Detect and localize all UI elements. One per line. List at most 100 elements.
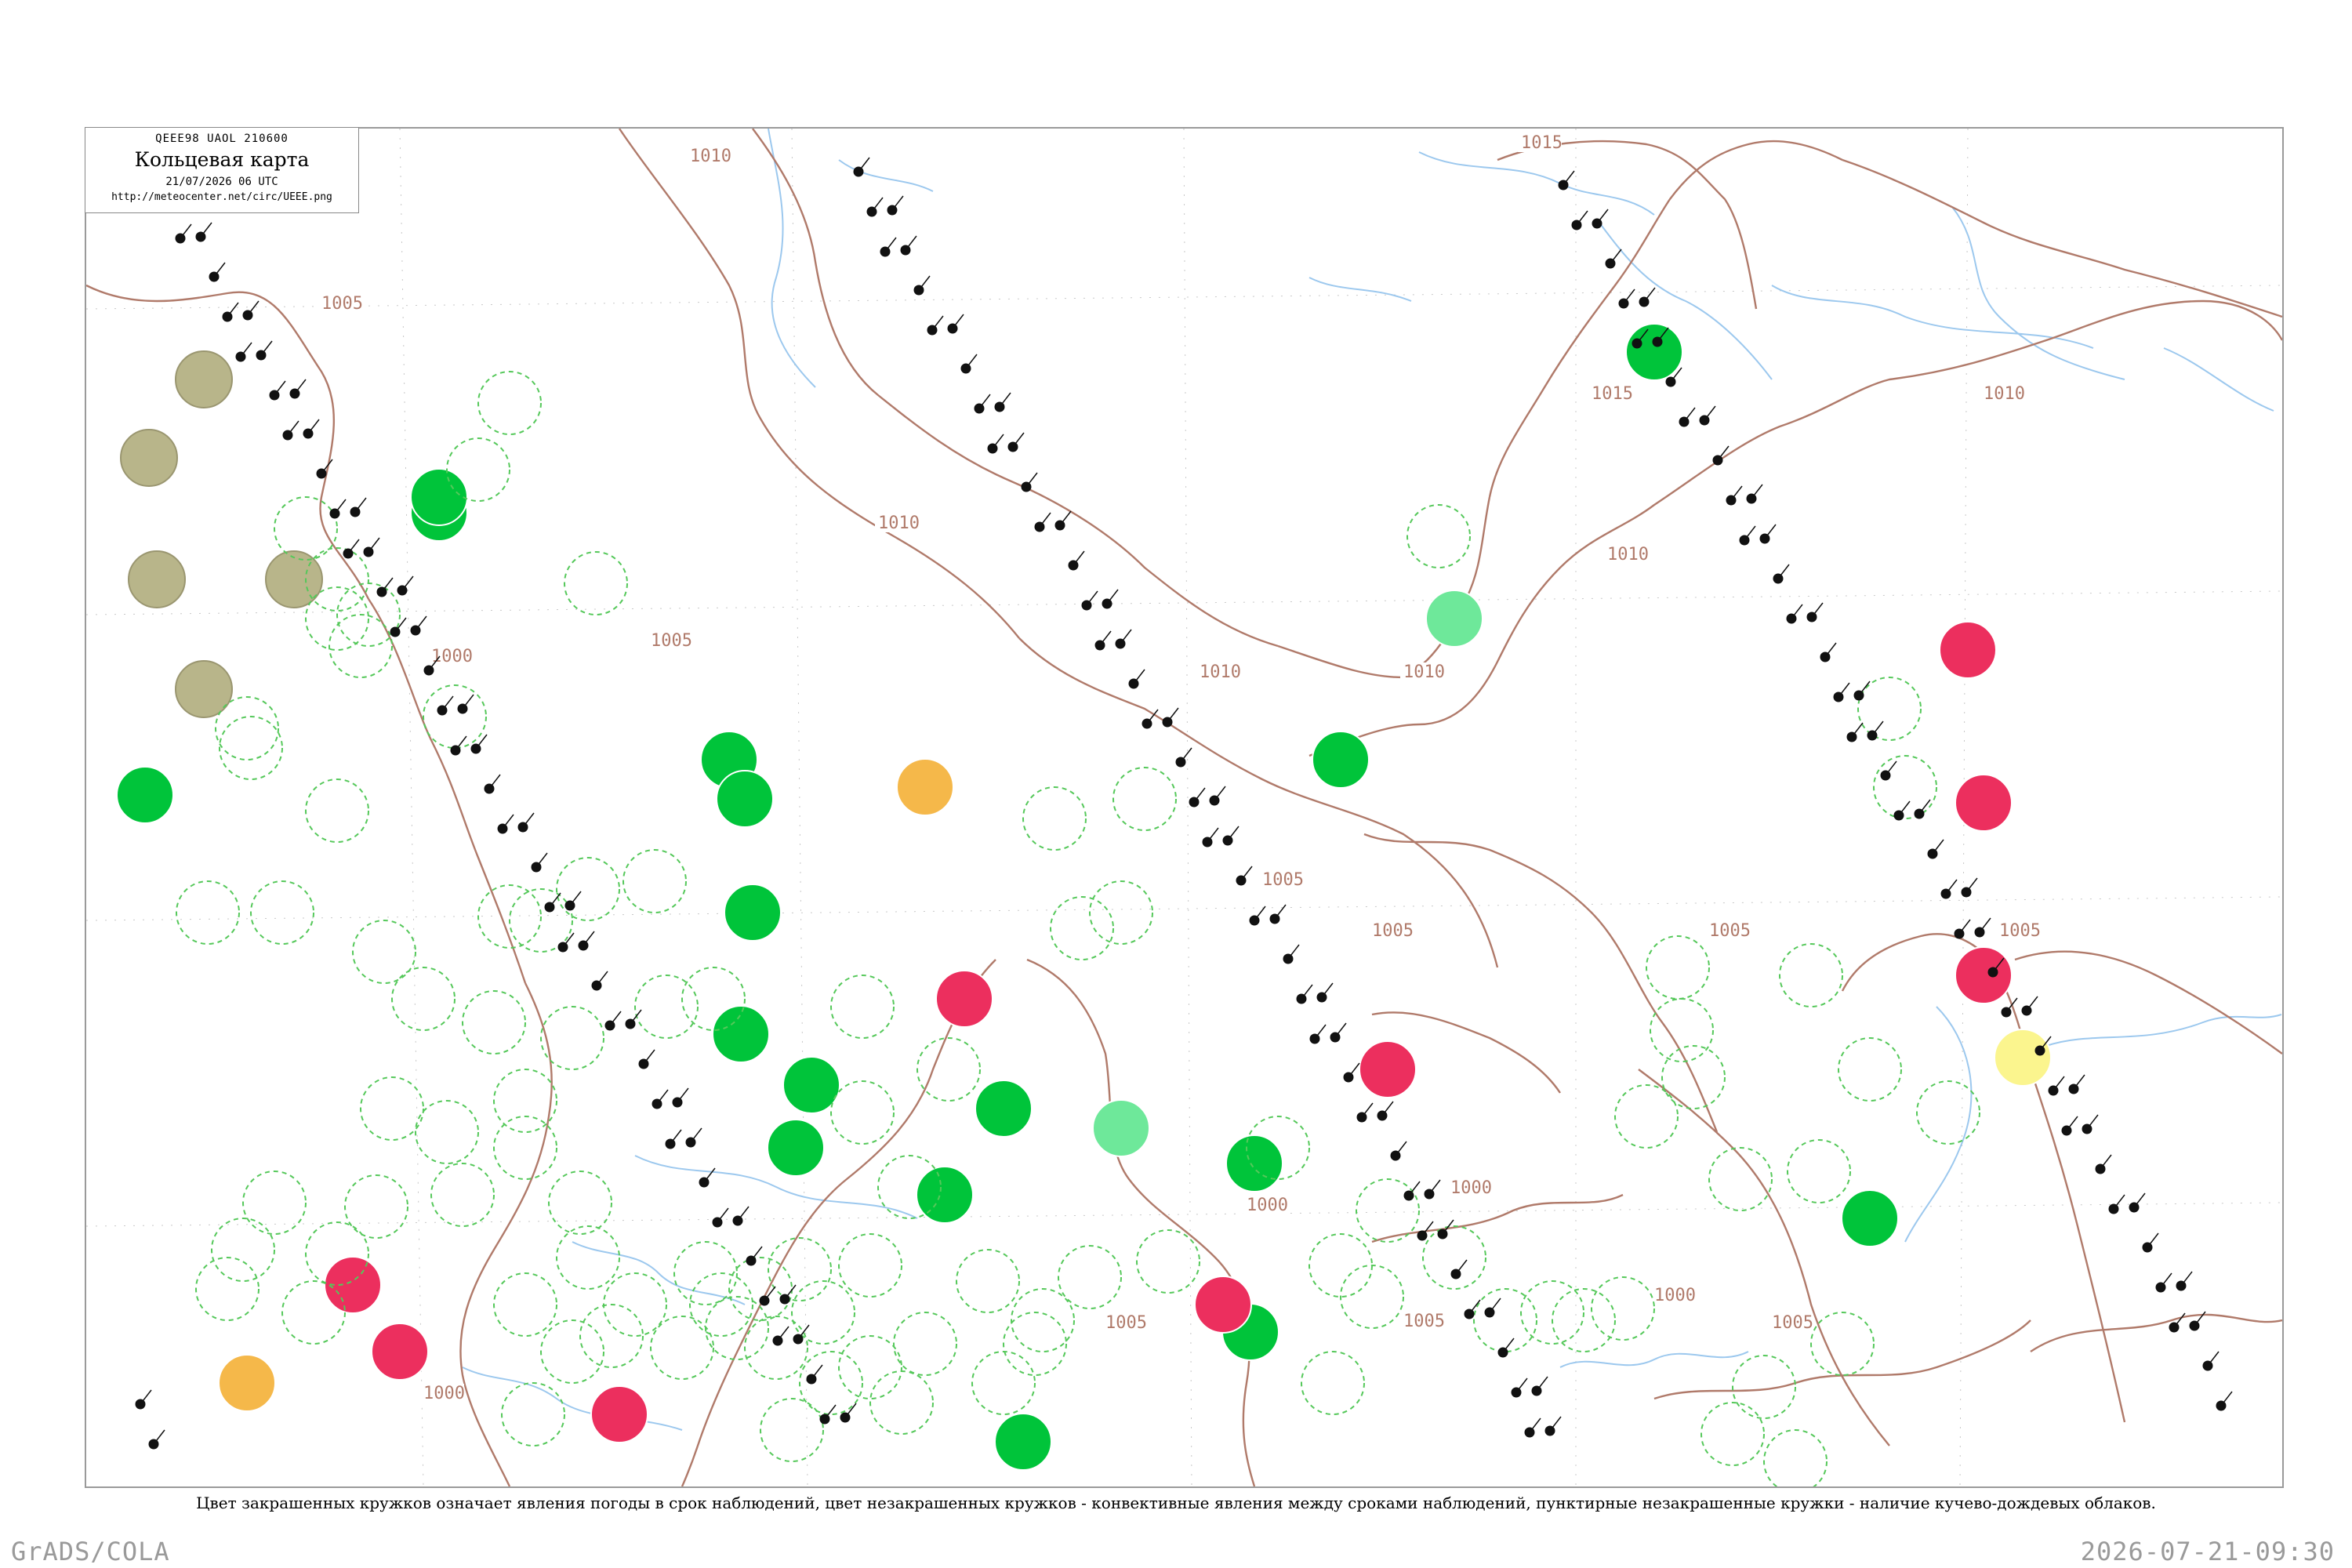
- wind-barb: [200, 222, 212, 238]
- station-marker-red[interactable]: [935, 970, 993, 1028]
- source-url[interactable]: http://meteocenter.net/circ/UEEE.png: [85, 191, 358, 203]
- station-marker-light_green[interactable]: [1092, 1099, 1150, 1157]
- station-marker-green[interactable]: [724, 884, 782, 942]
- wind-barb: [240, 342, 252, 358]
- station-marker-green[interactable]: [767, 1119, 825, 1177]
- isobar-label: 1015: [1521, 133, 1563, 153]
- wind-barb: [609, 1011, 622, 1026]
- cb-ring: [893, 1312, 957, 1376]
- station-marker-green[interactable]: [116, 766, 174, 824]
- station-marker-red[interactable]: [1359, 1040, 1417, 1098]
- cb-ring: [176, 880, 240, 945]
- isobar-label: 1005: [1105, 1313, 1147, 1333]
- isobar-label: 1010: [1200, 662, 1241, 682]
- wind-barb: [260, 340, 273, 356]
- station-marker-orange[interactable]: [896, 758, 954, 816]
- station-marker-green[interactable]: [975, 1080, 1033, 1138]
- wind-barb: [274, 380, 286, 396]
- cb-ring: [195, 1257, 260, 1321]
- wind-barb: [401, 575, 414, 591]
- isobar-label: 1005: [1772, 1313, 1813, 1333]
- wind-barb: [1120, 629, 1132, 644]
- station-marker-green[interactable]: [916, 1166, 974, 1224]
- station-marker-green[interactable]: [712, 1005, 770, 1063]
- station-marker-olive[interactable]: [265, 550, 323, 608]
- station-marker-red[interactable]: [1194, 1276, 1252, 1334]
- wind-barb: [1099, 630, 1112, 646]
- wind-barb: [475, 734, 488, 750]
- wind-barb: [1207, 827, 1219, 843]
- wind-barb: [1643, 287, 1656, 303]
- wind-barb: [140, 1389, 152, 1405]
- wind-barb: [354, 497, 367, 513]
- isobar-label: 1015: [1592, 384, 1633, 404]
- station-marker-red[interactable]: [1939, 621, 1997, 679]
- station-marker-green[interactable]: [716, 770, 774, 828]
- cb-ring: [215, 696, 279, 760]
- cb-ring: [673, 1241, 738, 1305]
- station-marker-olive[interactable]: [175, 350, 233, 408]
- cb-ring: [250, 880, 314, 945]
- cb-ring: [1779, 943, 1843, 1007]
- station-marker-orange[interactable]: [218, 1354, 276, 1412]
- map-canvas[interactable]: 1010 1005 1010 1005 1010 1015 1015 1010 1010 1010…: [86, 129, 2282, 1486]
- wind-barb: [227, 302, 239, 318]
- station-marker-green[interactable]: [1312, 731, 1370, 789]
- wind-barb: [1979, 917, 1991, 933]
- wind-barb: [1576, 210, 1588, 226]
- wind-barb: [1428, 1179, 1441, 1195]
- cb-ring: [540, 1319, 604, 1384]
- cb-ring: [1406, 504, 1471, 568]
- isobar-label: 1010: [1984, 384, 2025, 404]
- station-marker-green[interactable]: [1225, 1134, 1283, 1192]
- isobar-label: 1005: [1403, 1312, 1445, 1331]
- wind-barb: [247, 300, 260, 316]
- cb-ring: [219, 716, 283, 780]
- wind-barb: [999, 392, 1011, 408]
- station-marker-red[interactable]: [1955, 774, 2013, 832]
- station-marker-red[interactable]: [590, 1385, 648, 1443]
- wind-barb: [750, 1246, 763, 1261]
- isobar-label: 1000: [1247, 1196, 1288, 1215]
- cb-ring: [1646, 935, 1710, 1000]
- map-header: QEEE98 UAOL 210600 Кольцевая карта 21/07…: [85, 127, 359, 213]
- station-marker-olive[interactable]: [175, 660, 233, 718]
- station-marker-yellow[interactable]: [1994, 1029, 2052, 1087]
- station-marker-green[interactable]: [994, 1413, 1052, 1471]
- isobar-label: 1005: [1372, 921, 1414, 941]
- cb-ring: [1003, 1312, 1067, 1376]
- cb-ring: [760, 1398, 824, 1462]
- isobar-label: 1010: [1607, 545, 1649, 564]
- legend-caption: Цвет закрашенных кружков означает явлени…: [196, 1494, 2156, 1512]
- station-marker-green[interactable]: [410, 468, 468, 526]
- station-marker-red[interactable]: [371, 1323, 429, 1381]
- cb-ring: [1873, 755, 1937, 819]
- wind-barb: [1421, 1221, 1434, 1236]
- cb-ring: [1089, 880, 1153, 945]
- wind-barb: [1549, 1416, 1562, 1432]
- wind-barb: [2160, 1272, 2172, 1288]
- cb-ring: [274, 496, 338, 561]
- wind-barb: [2086, 1114, 2099, 1130]
- wind-barb: [1536, 1376, 1548, 1392]
- wind-barb: [1932, 839, 1944, 855]
- wind-barb: [2073, 1074, 2085, 1090]
- wind-barb: [583, 931, 595, 946]
- station-marker-olive[interactable]: [128, 550, 186, 608]
- isobar-label: 1000: [1450, 1178, 1492, 1198]
- cb-ring: [830, 1080, 895, 1145]
- cb-ring: [1857, 677, 1922, 741]
- cb-ring: [869, 1370, 934, 1435]
- map-frame[interactable]: 1010 1005 1010 1005 1010 1015 1015 1010 1010 1010…: [85, 127, 2284, 1488]
- cb-ring: [556, 857, 620, 921]
- cb-ring: [650, 1316, 714, 1380]
- station-marker-green[interactable]: [1841, 1189, 1899, 1247]
- cb-ring: [493, 1272, 557, 1337]
- station-marker-light_green[interactable]: [1425, 590, 1483, 648]
- station-marker-red[interactable]: [1955, 946, 2013, 1004]
- wind-barb: [1086, 590, 1098, 606]
- station-marker-olive[interactable]: [120, 429, 178, 487]
- cb-ring: [1340, 1265, 1404, 1329]
- station-marker-green[interactable]: [1625, 323, 1683, 381]
- isobar-label: 1010: [1403, 662, 1445, 682]
